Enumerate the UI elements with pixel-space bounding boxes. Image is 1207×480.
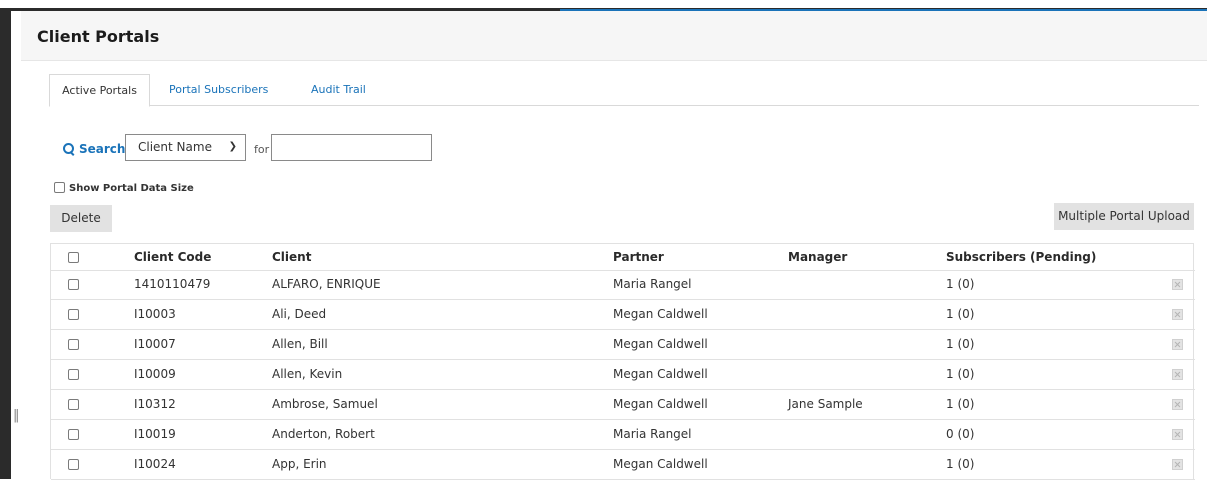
table-header: Client Code Client Partner Manager Subsc…: [51, 244, 1195, 271]
client-code: I10003: [134, 307, 176, 321]
row-checkbox[interactable]: [68, 339, 79, 350]
table-row[interactable]: I10009 Allen, Kevin Megan Caldwell 1 (0): [51, 361, 1195, 390]
client-code: I10019: [134, 427, 176, 441]
row-select-cell: [68, 361, 83, 388]
app-window: ‖ Client Portals Active Portals Portal S…: [0, 0, 1207, 480]
delete-icon[interactable]: [1172, 309, 1183, 320]
page-header: Client Portals: [21, 11, 1207, 61]
row-select-cell: [68, 421, 83, 448]
partner: Megan Caldwell: [613, 337, 708, 351]
manager: Jane Sample: [788, 397, 863, 411]
tab-active-portals[interactable]: Active Portals: [49, 74, 150, 107]
client-code: 1410110479: [134, 277, 211, 291]
table-row[interactable]: I10003 Ali, Deed Megan Caldwell 1 (0): [51, 301, 1195, 330]
subscribers-count: 0 (0): [946, 427, 975, 441]
col-header-subscribers[interactable]: Subscribers (Pending): [946, 244, 1096, 271]
client-code: I10312: [134, 397, 176, 411]
tab-audit-trail[interactable]: Audit Trail: [299, 74, 378, 106]
partner: Maria Rangel: [613, 427, 692, 441]
subscribers-count: 1 (0): [946, 397, 975, 411]
partner: Megan Caldwell: [613, 397, 708, 411]
client-name[interactable]: Anderton, Robert: [272, 421, 375, 448]
subscribers-count: 1 (0): [946, 277, 975, 291]
search-bar: Search Client Name ❯ for: [63, 134, 663, 164]
search-label: Search: [79, 142, 126, 156]
search-icon: [63, 143, 75, 155]
client-name[interactable]: Ali, Deed: [272, 301, 326, 328]
subscribers-count: 1 (0): [946, 457, 975, 471]
delete-icon[interactable]: [1172, 429, 1183, 440]
row-select-cell: [68, 301, 83, 328]
row-checkbox[interactable]: [68, 369, 79, 380]
col-header-manager[interactable]: Manager: [788, 244, 847, 271]
col-header-client[interactable]: Client: [272, 244, 311, 271]
left-panel-border: [0, 8, 11, 479]
table-row[interactable]: I10312 Ambrose, Samuel Megan Caldwell Ja…: [51, 391, 1195, 420]
row-select-cell: [68, 331, 83, 358]
tab-portal-subscribers[interactable]: Portal Subscribers: [157, 74, 280, 106]
page-title: Client Portals: [37, 27, 160, 46]
row-checkbox[interactable]: [68, 459, 79, 470]
select-all-cell: [68, 244, 83, 271]
col-header-client-code[interactable]: Client Code: [134, 244, 211, 271]
portals-table: Client Code Client Partner Manager Subsc…: [50, 243, 1195, 480]
delete-icon[interactable]: [1172, 279, 1183, 290]
delete-icon[interactable]: [1172, 369, 1183, 380]
search-input[interactable]: [271, 134, 432, 161]
table-row[interactable]: 1410110479 ALFARO, ENRIQUE Maria Rangel …: [51, 271, 1195, 300]
client-code: I10024: [134, 457, 176, 471]
client-name[interactable]: App, Erin: [272, 451, 327, 478]
select-all-checkbox[interactable]: [68, 252, 79, 263]
subscribers-count: 1 (0): [946, 367, 975, 381]
row-select-cell: [68, 391, 83, 418]
subscribers-count: 1 (0): [946, 337, 975, 351]
show-portal-data-size: Show Portal Data Size: [54, 182, 194, 194]
search-field-value: Client Name: [138, 140, 212, 154]
row-checkbox[interactable]: [68, 399, 79, 410]
row-checkbox[interactable]: [68, 429, 79, 440]
row-checkbox[interactable]: [68, 309, 79, 320]
col-header-partner[interactable]: Partner: [613, 244, 664, 271]
client-name[interactable]: Allen, Kevin: [272, 361, 342, 388]
table-row[interactable]: I10024 App, Erin Megan Caldwell 1 (0): [51, 451, 1195, 480]
client-name[interactable]: ALFARO, ENRIQUE: [272, 271, 381, 298]
delete-icon[interactable]: [1172, 339, 1183, 350]
delete-button[interactable]: Delete: [50, 205, 112, 232]
show-size-label: Show Portal Data Size: [69, 183, 194, 194]
for-label: for: [254, 143, 270, 156]
client-code: I10007: [134, 337, 176, 351]
partner: Megan Caldwell: [613, 367, 708, 381]
partner: Megan Caldwell: [613, 307, 708, 321]
partner: Megan Caldwell: [613, 457, 708, 471]
multiple-portal-upload-button[interactable]: Multiple Portal Upload: [1054, 203, 1194, 230]
show-size-checkbox[interactable]: [54, 182, 65, 193]
table-row[interactable]: I10019 Anderton, Robert Maria Rangel 0 (…: [51, 421, 1195, 450]
search-button[interactable]: Search: [63, 142, 125, 156]
search-field-select[interactable]: Client Name ❯: [125, 134, 246, 161]
resize-handle-icon[interactable]: ‖: [13, 408, 20, 423]
delete-icon[interactable]: [1172, 459, 1183, 470]
main-content: Active Portals Portal Subscribers Audit …: [21, 61, 1207, 480]
partner: Maria Rangel: [613, 277, 692, 291]
table-row[interactable]: I10007 Allen, Bill Megan Caldwell 1 (0): [51, 331, 1195, 360]
client-name[interactable]: Ambrose, Samuel: [272, 391, 378, 418]
row-select-cell: [68, 451, 83, 478]
row-checkbox[interactable]: [68, 279, 79, 290]
client-code: I10009: [134, 367, 176, 381]
chevron-down-icon: ❯: [228, 141, 237, 152]
client-name[interactable]: Allen, Bill: [272, 331, 328, 358]
delete-icon[interactable]: [1172, 399, 1183, 410]
subscribers-count: 1 (0): [946, 307, 975, 321]
tab-bar: Active Portals Portal Subscribers Audit …: [49, 74, 1199, 107]
row-select-cell: [68, 271, 83, 298]
